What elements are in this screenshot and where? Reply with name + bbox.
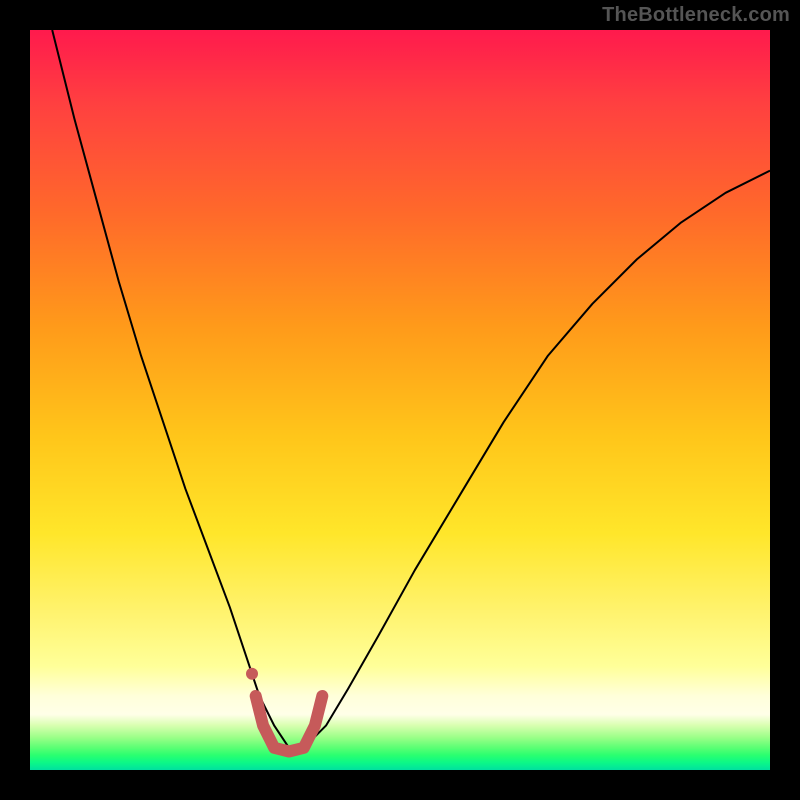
marker-dot xyxy=(246,668,258,680)
bottleneck-curve xyxy=(52,30,770,748)
plot-area xyxy=(30,30,770,770)
trough-marker xyxy=(256,696,323,752)
chart-svg xyxy=(30,30,770,770)
watermark-text: TheBottleneck.com xyxy=(602,4,790,27)
chart-frame: TheBottleneck.com xyxy=(0,0,800,800)
